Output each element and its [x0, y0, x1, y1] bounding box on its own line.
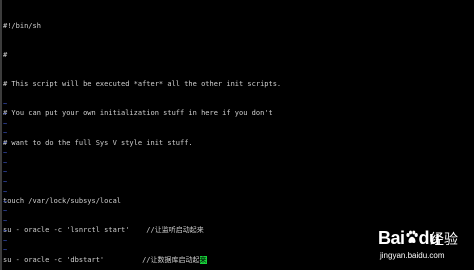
tilde-marker: ~	[3, 168, 8, 177]
tilde-marker: ~	[3, 148, 8, 157]
window-edge	[0, 0, 2, 270]
line-blank	[3, 168, 472, 178]
tilde-marker: ~	[3, 119, 8, 128]
tilde-marker: ~	[3, 246, 8, 255]
tilde-marker: ~	[3, 226, 8, 235]
line-touch: touch /var/lock/subsys/local	[3, 197, 122, 205]
line-shebang: #!/bin/sh	[3, 21, 41, 30]
baidu-paw-icon	[406, 230, 418, 243]
watermark-logo-cn: 经验	[430, 232, 458, 248]
tilde-marker: ~	[3, 207, 8, 216]
line-comment-4: # want to do the full Sys V style init s…	[3, 138, 193, 147]
tilde-marker: ~	[3, 129, 8, 138]
baidu-jingyan-watermark: Bai du 经验 jingyan.baidu.com	[378, 228, 466, 264]
line-dbstart-text: su - oracle -c 'dbstart' //让数据库启动起	[3, 255, 200, 264]
text-cursor: 来	[199, 255, 207, 264]
watermark-url: jingyan.baidu.com	[380, 251, 445, 260]
terminal-window[interactable]: #!/bin/sh # # This script will be execut…	[0, 0, 474, 270]
tilde-marker: ~	[3, 158, 8, 167]
tilde-marker: ~	[3, 236, 8, 245]
empty-line-markers: ~ ~ ~ ~ ~ ~ ~ ~ ~ ~ ~ ~ ~ ~ ~ ~	[3, 100, 11, 256]
vi-editor-buffer[interactable]: #!/bin/sh # # This script will be execut…	[3, 2, 472, 266]
tilde-marker: ~	[3, 217, 8, 225]
tilde-marker: ~	[3, 100, 8, 108]
line-comment-3: # You can put your own initialization st…	[3, 109, 273, 118]
tilde-marker: ~	[3, 187, 8, 196]
line-comment-1: #	[3, 50, 8, 59]
tilde-marker: ~	[3, 178, 8, 186]
line-comment-2: # This script will be executed *after* a…	[3, 80, 282, 88]
watermark-logo-left: Bai	[378, 228, 405, 248]
tilde-marker: ~	[3, 109, 8, 118]
tilde-marker: ~	[3, 139, 8, 147]
tilde-marker: ~	[3, 197, 8, 206]
